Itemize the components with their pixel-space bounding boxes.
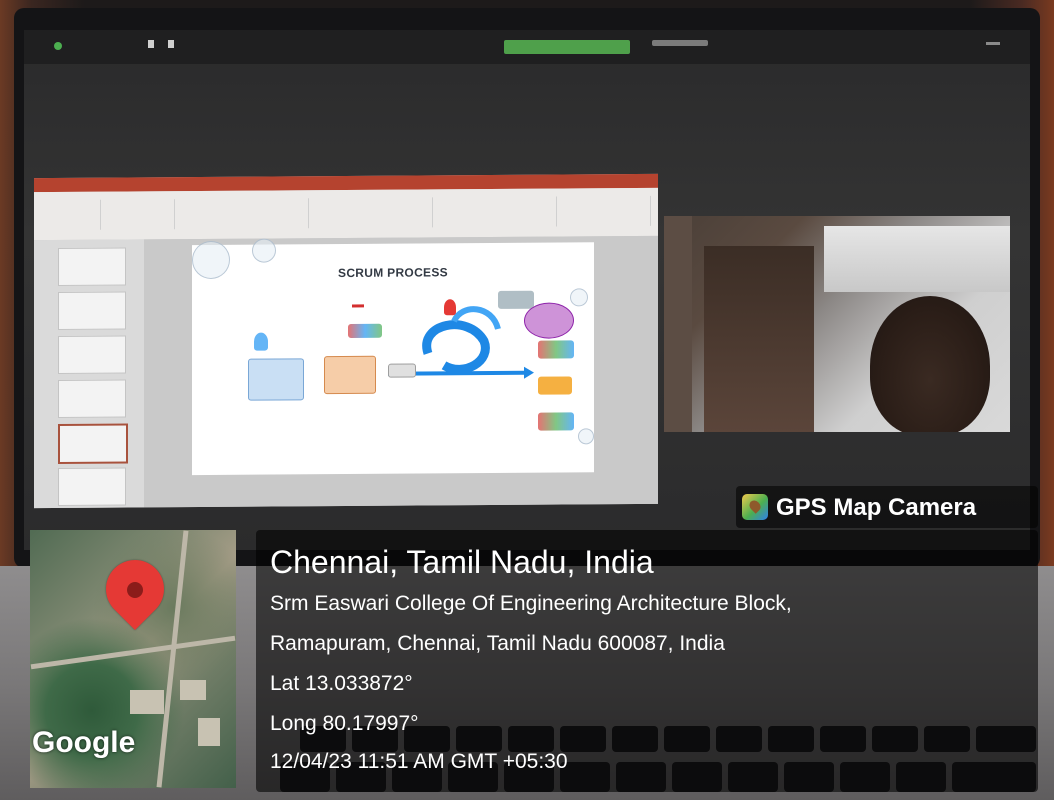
slide-thumbnail[interactable] [58,291,126,331]
location-map-thumbnail: Google [30,530,236,788]
ribbon-group-drawing [436,196,557,228]
burndown-chart [498,290,534,309]
slide-thumbnail-selected[interactable] [58,423,128,465]
address-line-2: Ramapuram, Chennai, Tamil Nadu 600087, I… [270,632,725,655]
google-watermark: Google [32,726,136,759]
gps-camera-brand-badge: GPS Map Camera [736,486,1038,528]
more-icon[interactable] [986,42,1000,45]
review-icon [538,340,574,359]
slide-thumbnail-pane [34,239,144,509]
product-owner-icon [254,332,268,351]
map-building [198,718,220,746]
webcam-video-tile [664,216,1010,432]
address-line-1: Srm Easwari College Of Engineering Archi… [270,592,792,615]
screen-share-tag[interactable] [504,40,630,54]
slide-thumbnail[interactable] [58,379,126,419]
sprint-backlog-box [324,355,376,395]
timestamp: 12/04/23 11:51 AM GMT +05:30 [270,750,568,773]
pause-icon[interactable] [148,40,154,48]
stop-icon[interactable] [168,40,174,48]
ppt-ribbon [34,187,658,242]
team-icon [348,323,382,338]
product-backlog-box [248,358,304,401]
planning-box [388,363,416,378]
map-road [156,530,189,788]
ribbon-group-clipboard [40,199,101,231]
current-slide: SCRUM PROCESS [192,238,594,476]
latitude: Lat 13.033872° [270,672,413,695]
location-city: Chennai, Tamil Nadu, India [270,544,654,580]
gps-map-camera-logo-icon [742,494,768,520]
participant-face [870,296,990,432]
slide-editing-area: SCRUM PROCESS [144,235,658,508]
location-pin-dot [127,582,143,598]
slide-thumbnail[interactable] [58,335,126,375]
ribbon-group-font [178,198,309,230]
longitude: Long 80.17997° [270,712,419,735]
speaker-name-tag [652,40,708,46]
scrum-master-icon [444,299,456,316]
daily-scrum-icon [524,302,574,339]
door [704,246,814,432]
meeting-top-bar [24,30,1030,64]
map-building [180,680,206,700]
ribbon-group-slides [104,199,175,230]
photo: SCRUM PROCESS Google GPS Map Camera Chen… [0,0,1054,800]
powerpoint-window: SCRUM PROCESS [34,173,658,509]
product-increment-box [538,376,572,395]
ribbon-group-editing [560,195,651,227]
ceiling-light [824,226,1010,292]
gps-camera-brand: GPS Map Camera [776,494,977,521]
ribbon-group-paragraph [312,197,433,229]
door-frame [664,216,692,432]
map-road [30,635,236,670]
map-building [130,690,164,714]
recording-icon [54,42,62,50]
flow-arrowhead [524,366,534,379]
gps-info-panel: Chennai, Tamil Nadu, India Srm Easwari C… [256,530,1038,792]
sprint-cycle-arrow [422,320,490,374]
retrospective-icon [538,412,574,431]
slide-thumbnail[interactable] [58,247,126,287]
slide-thumbnail[interactable] [58,467,126,507]
